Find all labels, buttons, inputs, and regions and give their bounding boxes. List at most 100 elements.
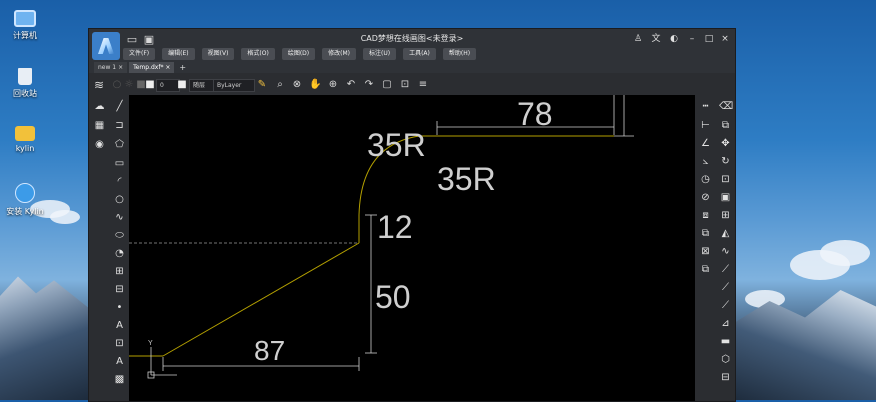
desktop-icon-computer[interactable]: 计算机 bbox=[0, 10, 55, 41]
menu-view[interactable]: 视图(V) bbox=[201, 48, 235, 60]
drawing-canvas[interactable]: 78 35R 35R 12 50 87 Y bbox=[129, 95, 695, 401]
line-tool-icon[interactable]: ╱ bbox=[113, 100, 126, 113]
desktop-icon-installer[interactable]: 安装 Kylin bbox=[0, 183, 55, 217]
trim-icon[interactable]: ⟋ bbox=[719, 263, 732, 276]
dim-text-35r-2: 35R bbox=[437, 161, 496, 197]
leader-icon[interactable]: ⊠ bbox=[699, 245, 712, 258]
folder-icon bbox=[15, 126, 35, 141]
match-properties-icon[interactable]: ✎ bbox=[256, 79, 268, 91]
text-tool-icon[interactable]: A bbox=[113, 319, 126, 332]
dim-text-12: 12 bbox=[377, 209, 413, 245]
extend-icon[interactable]: ⟋ bbox=[719, 281, 732, 294]
insert-block-icon[interactable]: ⊞ bbox=[113, 265, 126, 278]
cloud-icon[interactable]: ☁ bbox=[93, 100, 106, 113]
left-draw-toolbar: ☁ ╱ ▦ ⊐ ◉ ⬠ ▭ ◜ ○ ∿ ⬭ ◔ ⊞ ⊟ • A ⊡ A ▩ bbox=[89, 95, 129, 401]
color-swatch: ■ bbox=[177, 79, 187, 90]
desktop-icon-label: 回收站 bbox=[13, 89, 37, 98]
measure-icon[interactable]: ⊡ bbox=[399, 79, 411, 91]
rotate-icon[interactable]: ↻ bbox=[719, 155, 732, 168]
ellipse-arc-tool-icon[interactable]: ◔ bbox=[113, 247, 126, 260]
join-icon[interactable]: ⊟ bbox=[719, 371, 732, 384]
dim-angle-icon[interactable]: ⦣ bbox=[699, 155, 712, 168]
array-icon[interactable]: ⊞ bbox=[719, 209, 732, 222]
fillet-icon[interactable]: ▬ bbox=[719, 335, 732, 348]
tab-temp-dxf[interactable]: Temp.dxf* × bbox=[129, 62, 175, 73]
close-button[interactable]: × bbox=[719, 34, 731, 44]
polyline-tool-icon[interactable]: ⊐ bbox=[113, 119, 126, 132]
break-icon[interactable]: ⟋ bbox=[719, 299, 732, 312]
dim-radius-icon[interactable]: ◷ bbox=[699, 173, 712, 186]
menu-file[interactable]: 文件(F) bbox=[123, 48, 156, 60]
hatch-tool-icon[interactable]: ▩ bbox=[113, 373, 126, 386]
undo-icon[interactable]: ↶ bbox=[345, 79, 357, 91]
ellipse-tool-icon[interactable]: ⬭ bbox=[113, 229, 126, 242]
offset-icon[interactable]: ▣ bbox=[719, 191, 732, 204]
polygon-tool-icon[interactable]: ⬠ bbox=[113, 138, 126, 151]
select-window-icon[interactable]: ▢ bbox=[381, 79, 393, 91]
spline-tool-icon[interactable]: ∿ bbox=[113, 211, 126, 224]
mtext-tool-icon[interactable]: ⊡ bbox=[113, 337, 126, 350]
tolerance-icon[interactable]: ⧉ bbox=[699, 263, 712, 276]
explode-icon[interactable]: ⬡ bbox=[719, 353, 732, 366]
mirror-icon[interactable]: ◭ bbox=[719, 227, 732, 240]
tab-new-1[interactable]: new 1 × bbox=[94, 62, 128, 73]
circle-tool-icon[interactable]: ○ bbox=[113, 193, 126, 206]
dim-text-35r-1: 35R bbox=[367, 127, 426, 163]
layer-visibility-icon[interactable]: ○ bbox=[111, 79, 123, 91]
stretch-icon[interactable]: ∿ bbox=[719, 245, 732, 258]
tab-close-icon[interactable]: × bbox=[165, 64, 170, 71]
menu-bar: 文件(F) 编辑(E) 视图(V) 格式(O) 绘图(D) 修改(M) 标注(U… bbox=[123, 48, 477, 60]
layers-icon[interactable]: ≋ bbox=[93, 79, 105, 91]
menu-tools[interactable]: 工具(A) bbox=[403, 48, 436, 60]
chamfer-icon[interactable]: ⊿ bbox=[719, 317, 732, 330]
theme-icon[interactable]: ◐ bbox=[668, 34, 680, 44]
dim-linear-icon[interactable]: ┅ bbox=[699, 100, 712, 113]
drawing-svg: 78 35R 35R 12 50 87 Y bbox=[129, 95, 634, 379]
dim-aligned-icon[interactable]: ⊢ bbox=[699, 119, 712, 132]
pan-hand-icon[interactable]: ✋ bbox=[309, 79, 321, 91]
move-icon[interactable]: ✥ bbox=[719, 137, 732, 150]
linetype-select[interactable]: ByLayer bbox=[213, 79, 255, 92]
menu-modify[interactable]: 修改(M) bbox=[322, 48, 356, 60]
donut-tool-icon[interactable]: ◉ bbox=[93, 138, 106, 151]
translate-icon[interactable]: 文 bbox=[650, 34, 662, 44]
maximize-button[interactable]: □ bbox=[703, 34, 715, 44]
tab-label: new 1 bbox=[98, 64, 117, 71]
menu-edit[interactable]: 编辑(E) bbox=[162, 48, 195, 60]
point-tool-icon[interactable]: • bbox=[113, 301, 126, 314]
zoom-extents-icon[interactable]: ⊗ bbox=[291, 79, 303, 91]
dim-angular-icon[interactable]: ∠ bbox=[699, 137, 712, 150]
menu-dimension[interactable]: 标注(U) bbox=[363, 48, 397, 60]
rectangle-tool-icon[interactable]: ▭ bbox=[113, 157, 126, 170]
top-toolbar: ≋ ○ ☼ ■ ■ 0 ■ 随层 ByLayer ✎ ⌕ ⊗ ✋ ⊕ ↶ ↷ ▢… bbox=[89, 74, 735, 96]
desktop-icon-trash[interactable]: 回收站 bbox=[0, 68, 55, 99]
copy-icon[interactable]: ⧉ bbox=[719, 119, 732, 132]
desktop-icon-kylin[interactable]: kylin bbox=[0, 126, 55, 153]
erase-icon[interactable]: ⌫ bbox=[719, 100, 733, 113]
layer-lock-icon[interactable]: ☼ bbox=[123, 79, 135, 91]
make-block-icon[interactable]: ⊟ bbox=[113, 283, 126, 296]
add-tab-button[interactable]: + bbox=[176, 62, 189, 73]
dim-baseline-icon[interactable]: ⧈ bbox=[699, 209, 712, 222]
dim-text-50: 50 bbox=[375, 279, 411, 315]
user-icon[interactable]: ♙ bbox=[632, 34, 644, 44]
menu-help[interactable]: 帮助(H) bbox=[442, 48, 477, 60]
table-icon[interactable]: ▦ bbox=[93, 119, 106, 132]
computer-icon bbox=[14, 10, 36, 27]
zoom-realtime-icon[interactable]: ⊕ bbox=[327, 79, 339, 91]
dim-continue-icon[interactable]: ⧉ bbox=[699, 227, 712, 240]
ucs-icon bbox=[147, 347, 177, 379]
menu-format[interactable]: 格式(O) bbox=[241, 48, 275, 60]
redo-icon[interactable]: ↷ bbox=[363, 79, 375, 91]
zoom-window-icon[interactable]: ⌕ bbox=[274, 79, 286, 91]
layer-color-swatch: ■ bbox=[145, 79, 155, 90]
scale-icon[interactable]: ⊡ bbox=[719, 173, 732, 186]
menu-draw[interactable]: 绘图(D) bbox=[281, 48, 316, 60]
attribute-text-icon[interactable]: A bbox=[113, 355, 126, 368]
minimize-button[interactable]: – bbox=[686, 34, 698, 44]
title-bar: ▭ ▣ CAD梦想在线画图<未登录> ♙ 文 ◐ – □ × 文件(F) 编辑(… bbox=[89, 29, 735, 73]
dim-diameter-icon[interactable]: ⊘ bbox=[699, 191, 712, 204]
arc-tool-icon[interactable]: ◜ bbox=[113, 175, 126, 188]
tab-close-icon[interactable]: × bbox=[118, 64, 123, 71]
database-icon[interactable]: ≡ bbox=[417, 79, 429, 91]
